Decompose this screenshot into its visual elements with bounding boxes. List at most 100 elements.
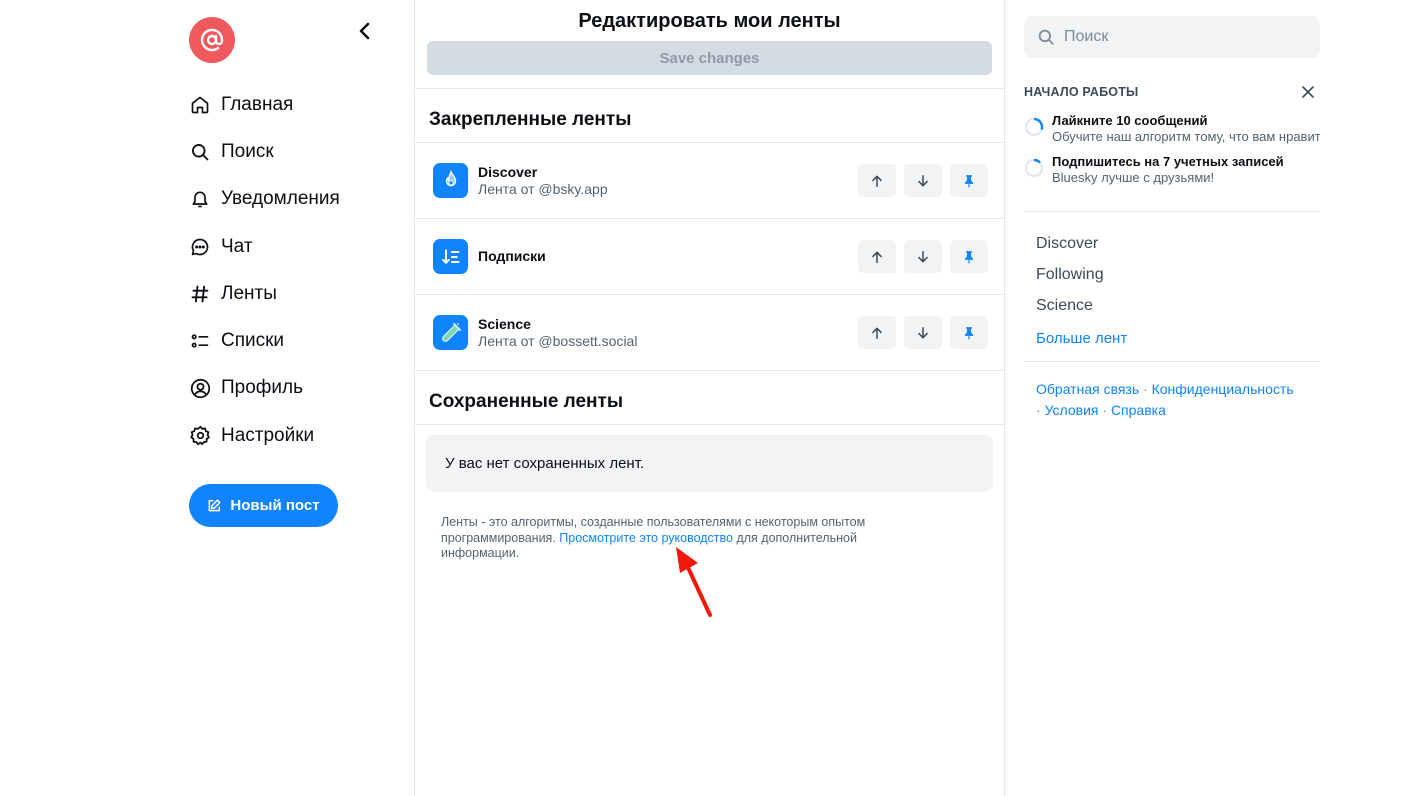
divider [415, 424, 1004, 425]
at-sign-icon [200, 28, 224, 52]
feed-row-following[interactable]: Подписки [415, 218, 1004, 294]
arrow-down-icon [918, 250, 928, 262]
pin-icon [964, 250, 974, 263]
feed-row-science[interactable]: Science Лента от @bossett.social [415, 294, 1004, 370]
nav-item-feeds[interactable]: Ленты [189, 270, 389, 317]
nav-item-search[interactable]: Поиск [189, 128, 389, 175]
feeds-shortcut-list: Discover Following Science Больше лент [1024, 212, 1320, 347]
edit-feeds-panel: Редактировать мои ленты Save changes Зак… [414, 0, 1005, 796]
move-down-button[interactable] [904, 164, 942, 197]
pin-icon [964, 174, 974, 187]
move-up-button[interactable] [858, 240, 896, 273]
move-up-button[interactable] [858, 164, 896, 197]
list-icon [191, 334, 209, 348]
feed-author: Лента от @bossett.social [478, 332, 638, 349]
footer-links: Обратная связь · Конфиденциальность · Усл… [1024, 362, 1320, 421]
nav-item-home[interactable]: Главная [189, 81, 389, 128]
task-title: Лайкните 10 сообщений [1052, 113, 1208, 128]
nav-label: Главная [221, 93, 294, 115]
search-box[interactable] [1024, 16, 1320, 58]
guide-link[interactable]: Просмотрите это руководство [559, 531, 733, 545]
arrow-up-icon [872, 175, 882, 187]
getting-started-heading: НАЧАЛО РАБОТЫ [1024, 85, 1139, 99]
privacy-link[interactable]: Конфиденциальность [1152, 381, 1294, 397]
collapse-back-button[interactable] [353, 19, 377, 43]
task-item[interactable]: Лайкните 10 сообщений Обучите наш алгори… [1024, 113, 1320, 145]
test-tube-icon [441, 322, 461, 342]
nav-item-lists[interactable]: Списки [189, 317, 389, 364]
feeds-info-text: Ленты - это алгоритмы, созданные пользов… [441, 515, 921, 562]
chevron-left-icon [359, 22, 370, 40]
pin-icon [964, 326, 974, 339]
feed-link[interactable]: Following [1036, 266, 1308, 297]
feed-name: Подписки [478, 248, 546, 264]
arrow-down-icon [918, 326, 928, 338]
more-feeds-link[interactable]: Больше лент [1036, 330, 1308, 347]
nav-item-notifications[interactable]: Уведомления [189, 176, 389, 223]
separator: · [1098, 402, 1111, 418]
progress-ring-icon [1024, 158, 1044, 178]
feed-link[interactable]: Science [1036, 297, 1308, 328]
task-title: Подпишитесь на 7 учетных записей [1052, 154, 1284, 169]
feed-name: Science [478, 315, 531, 332]
empty-saved-feeds-notice: У вас нет сохраненных лент. [426, 435, 993, 492]
task-item[interactable]: Подпишитесь на 7 учетных записей Bluesky… [1024, 154, 1320, 186]
left-nav: Главная Поиск Уведомления Чат Ленты Спис… [189, 17, 389, 528]
nav-label: Настройки [221, 424, 315, 446]
feed-avatar [433, 163, 468, 198]
arrow-up-icon [872, 251, 882, 263]
feed-link[interactable]: Discover [1036, 235, 1308, 266]
arrow-down-icon [918, 174, 928, 186]
right-sidebar: НАЧАЛО РАБОТЫ Лайкните 10 сообщений Обуч… [1024, 16, 1320, 421]
nav-label: Списки [221, 330, 285, 352]
new-post-button[interactable]: Новый пост [189, 484, 338, 528]
search-input[interactable] [1064, 28, 1294, 46]
new-post-label: Новый пост [230, 497, 320, 515]
avatar[interactable] [189, 17, 235, 63]
nav-label: Ленты [221, 282, 277, 304]
nav-label: Поиск [221, 140, 274, 162]
feed-author: Лента от @bsky.app [478, 180, 608, 197]
move-down-button[interactable] [904, 316, 942, 349]
feed-avatar [433, 315, 468, 350]
page-title: Редактировать мои ленты [578, 10, 841, 32]
search-icon [192, 143, 209, 161]
feed-name: Discover [478, 163, 538, 180]
feedback-link[interactable]: Обратная связь [1036, 381, 1139, 397]
flame-icon [445, 169, 456, 186]
help-link[interactable]: Справка [1111, 402, 1166, 418]
bell-icon [192, 191, 208, 208]
search-icon [1038, 29, 1054, 45]
compose-icon [208, 499, 222, 512]
profile-icon [190, 378, 210, 399]
unpin-button[interactable] [950, 164, 988, 197]
hash-icon [191, 285, 209, 303]
gear-icon [189, 426, 210, 446]
nav-label: Уведомления [221, 188, 340, 210]
sort-list-icon [441, 248, 459, 264]
task-subtitle: Bluesky лучше с друзьями! [1052, 170, 1215, 185]
unpin-button[interactable] [950, 316, 988, 349]
separator: · [1139, 381, 1152, 397]
nav-item-profile[interactable]: Профиль [189, 365, 389, 412]
feed-avatar [433, 239, 468, 274]
nav-item-settings[interactable]: Настройки [189, 412, 389, 459]
chat-icon [191, 238, 209, 255]
nav-label: Профиль [221, 377, 304, 399]
close-getting-started-button[interactable] [1300, 84, 1316, 100]
feed-row-discover[interactable]: Discover Лента от @bsky.app [415, 142, 1004, 218]
move-up-button[interactable] [858, 316, 896, 349]
save-changes-button[interactable]: Save changes [427, 41, 992, 75]
separator: · [1036, 402, 1045, 418]
nav-item-chat[interactable]: Чат [189, 223, 389, 270]
home-icon [191, 96, 209, 113]
progress-ring-icon [1024, 117, 1044, 137]
terms-link[interactable]: Условия [1045, 402, 1099, 418]
nav-label: Чат [221, 235, 253, 257]
saved-feeds-heading: Сохраненные ленты [429, 391, 624, 412]
close-icon [1302, 86, 1314, 98]
pinned-feeds-heading: Закрепленные ленты [429, 109, 632, 130]
move-down-button[interactable] [904, 240, 942, 273]
arrow-up-icon [872, 327, 882, 339]
unpin-button[interactable] [950, 240, 988, 273]
